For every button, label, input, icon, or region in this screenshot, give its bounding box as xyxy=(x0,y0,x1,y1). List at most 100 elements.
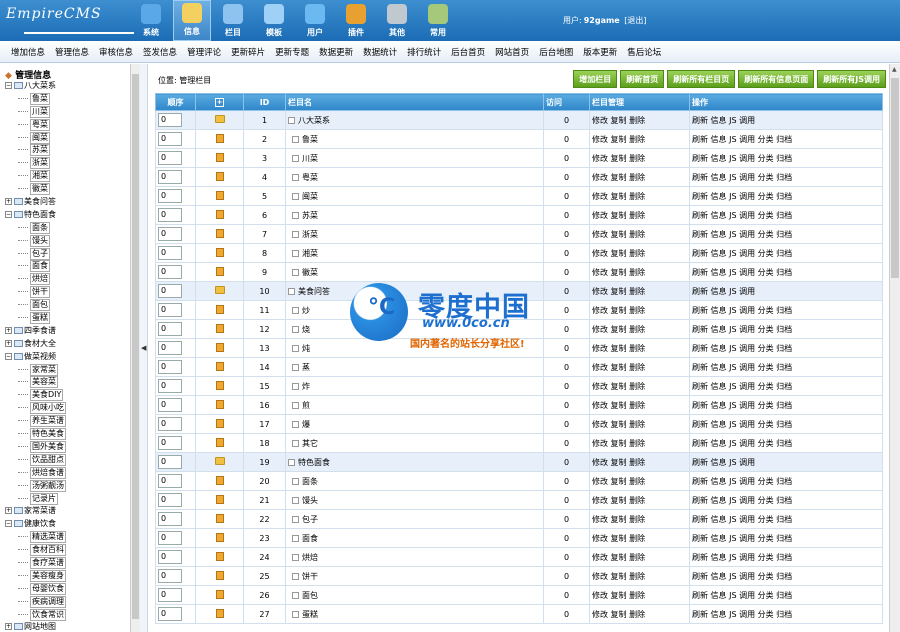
op-link[interactable]: 信息 xyxy=(711,401,727,410)
manage-link[interactable]: 复制 xyxy=(611,211,627,220)
tree-leaf[interactable]: 美容瘦身 xyxy=(0,569,139,583)
manage-link[interactable]: 复制 xyxy=(611,306,627,315)
op-link[interactable]: JS 调用 xyxy=(729,116,755,125)
order-input[interactable]: 0 xyxy=(158,246,182,260)
category-name-link[interactable]: 徽菜 xyxy=(302,268,318,277)
document-icon[interactable] xyxy=(215,247,224,257)
tree-leaf-label[interactable]: 面条 xyxy=(30,221,50,234)
manage-link[interactable]: 修改 xyxy=(592,420,608,429)
manage-link[interactable]: 修改 xyxy=(592,211,608,220)
category-name-link[interactable]: 浙菜 xyxy=(302,230,318,239)
op-link[interactable]: 信息 xyxy=(711,610,727,619)
frame-splitter[interactable]: ◀ xyxy=(140,64,148,632)
row-checkbox[interactable] xyxy=(292,477,299,485)
tree-node-label[interactable]: 做菜视频 xyxy=(24,352,56,361)
order-input[interactable]: 0 xyxy=(158,569,182,583)
op-link[interactable]: JS 调用 xyxy=(729,382,755,391)
op-link[interactable]: JS 调用 xyxy=(729,591,755,600)
nav-globe-button[interactable]: 系统 xyxy=(132,0,170,41)
category-name-link[interactable]: 湘菜 xyxy=(302,249,318,258)
op-link[interactable]: JS 调用 xyxy=(729,344,755,353)
tree-leaf-label[interactable]: 饼干 xyxy=(30,286,50,299)
tree-leaf[interactable]: 母婴饮食 xyxy=(0,582,139,596)
tree-node-label[interactable]: 美食问答 xyxy=(24,197,56,206)
manage-link[interactable]: 删除 xyxy=(629,420,645,429)
manage-link[interactable]: 复制 xyxy=(611,363,627,372)
subnav-item[interactable]: 更新碎片 xyxy=(231,46,265,58)
tree-leaf[interactable]: 包子 xyxy=(0,247,139,261)
subnav-item[interactable]: 网站首页 xyxy=(495,46,529,58)
op-link[interactable]: 归档 xyxy=(776,439,792,448)
op-link[interactable]: 归档 xyxy=(776,230,792,239)
op-link[interactable]: 分类 xyxy=(758,249,774,258)
row-checkbox[interactable] xyxy=(288,287,295,295)
manage-link[interactable]: 删除 xyxy=(629,553,645,562)
tree-leaf-label[interactable]: 记录片 xyxy=(30,492,58,505)
subnav-item[interactable]: 后台地图 xyxy=(539,46,573,58)
tree-leaf[interactable]: 特色美食 xyxy=(0,428,139,441)
manage-link[interactable]: 修改 xyxy=(592,382,608,391)
category-name-link[interactable]: 粤菜 xyxy=(302,173,318,182)
manage-link[interactable]: 修改 xyxy=(592,192,608,201)
manage-link[interactable]: 复制 xyxy=(611,477,627,486)
tree-leaf[interactable]: 饮品甜点 xyxy=(0,453,139,467)
category-name-link[interactable]: 面食 xyxy=(302,534,318,543)
op-link[interactable]: 信息 xyxy=(711,477,727,486)
category-name-link[interactable]: 炖 xyxy=(302,344,310,353)
tree-leaf-label[interactable]: 精选菜谱 xyxy=(30,531,66,544)
op-link[interactable]: 信息 xyxy=(711,211,727,220)
op-link[interactable]: 分类 xyxy=(758,154,774,163)
col-expand[interactable]: + xyxy=(195,93,244,111)
op-link[interactable]: JS 调用 xyxy=(729,154,755,163)
row-checkbox[interactable] xyxy=(288,458,295,466)
manage-link[interactable]: 复制 xyxy=(611,572,627,581)
tree-leaf[interactable]: 饮食常识 xyxy=(0,608,139,622)
tree-node-label[interactable]: 四季食谱 xyxy=(24,326,56,335)
manage-link[interactable]: 复制 xyxy=(611,230,627,239)
op-link[interactable]: 刷新 xyxy=(692,401,708,410)
manage-link[interactable]: 删除 xyxy=(629,496,645,505)
op-link[interactable]: JS 调用 xyxy=(729,306,755,315)
category-name-link[interactable]: 其它 xyxy=(302,439,318,448)
tree-leaf-label[interactable]: 粤菜 xyxy=(30,118,50,131)
tree-leaf[interactable]: 美容菜 xyxy=(0,376,139,389)
tree-leaf[interactable]: 苏菜 xyxy=(0,144,139,157)
tree-leaf[interactable]: 食材百科 xyxy=(0,544,139,557)
tree-node-label[interactable]: 八大菜系 xyxy=(24,81,56,90)
manage-link[interactable]: 修改 xyxy=(592,306,608,315)
manage-link[interactable]: 删除 xyxy=(629,135,645,144)
op-link[interactable]: 分类 xyxy=(758,477,774,486)
tree-leaf[interactable]: 面食 xyxy=(0,260,139,273)
manage-link[interactable]: 删除 xyxy=(629,192,645,201)
order-input[interactable]: 0 xyxy=(158,208,182,222)
row-checkbox[interactable] xyxy=(292,344,299,352)
manage-link[interactable]: 删除 xyxy=(629,173,645,182)
order-input[interactable]: 0 xyxy=(158,303,182,317)
op-link[interactable]: 归档 xyxy=(776,553,792,562)
tree-leaf-label[interactable]: 徽菜 xyxy=(30,183,50,196)
row-checkbox[interactable] xyxy=(292,420,299,428)
tree-leaf[interactable]: 蛋糕 xyxy=(0,312,139,325)
op-link[interactable]: 信息 xyxy=(711,173,727,182)
op-link[interactable]: 归档 xyxy=(776,344,792,353)
manage-link[interactable]: 复制 xyxy=(611,496,627,505)
op-link[interactable]: 归档 xyxy=(776,154,792,163)
op-link[interactable]: 刷新 xyxy=(692,230,708,239)
category-name-link[interactable]: 炸 xyxy=(302,382,310,391)
op-link[interactable]: 信息 xyxy=(711,287,727,296)
tree-leaf-label[interactable]: 养生菜谱 xyxy=(30,415,66,428)
tree-leaf[interactable]: 面包 xyxy=(0,299,139,312)
op-link[interactable]: 刷新 xyxy=(692,154,708,163)
nav-gear-button[interactable]: 其他 xyxy=(378,0,416,41)
op-link[interactable]: 信息 xyxy=(711,515,727,524)
op-link[interactable]: 分类 xyxy=(758,439,774,448)
manage-link[interactable]: 复制 xyxy=(611,135,627,144)
category-name-link[interactable]: 烧 xyxy=(302,325,310,334)
op-link[interactable]: 信息 xyxy=(711,534,727,543)
tree-leaf-label[interactable]: 面食 xyxy=(30,260,50,273)
order-input[interactable]: 0 xyxy=(158,151,182,165)
category-name-link[interactable]: 蛋糕 xyxy=(302,610,318,619)
tree-node-label[interactable]: 家常菜谱 xyxy=(24,506,56,515)
nav-edit-button[interactable]: 信息 xyxy=(173,0,211,41)
manage-link[interactable]: 删除 xyxy=(629,382,645,391)
